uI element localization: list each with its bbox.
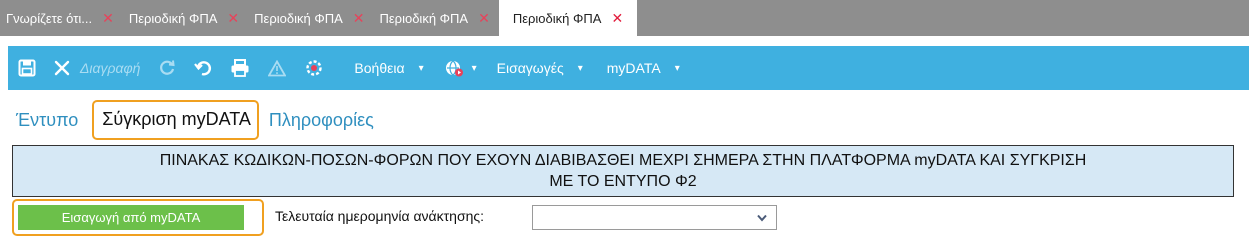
import-from-mydata-button-frame: Εισαγωγή από myDATA (12, 199, 264, 236)
save-icon (18, 59, 36, 77)
tab-label: Περιοδική ΦΠΑ (379, 10, 469, 26)
tab-periodic-vat-3[interactable]: Περιοδική ΦΠΑ ✕ (374, 0, 499, 36)
tab-label: Περιοδική ΦΠΑ (254, 10, 343, 26)
refresh-button[interactable] (158, 46, 176, 90)
tab-label: Γνωρίζετε ότι... (6, 10, 93, 26)
print-button[interactable] (230, 46, 250, 90)
comparison-header: ΠΙΝΑΚΑΣ ΚΩΔΙΚΩΝ-ΠΟΣΩΝ-ΦΟΡΩΝ ΠΟΥ ΕΧΟΥΝ ΔΙ… (12, 145, 1234, 197)
close-icon[interactable]: ✕ (611, 10, 623, 27)
tab-label: Περιοδική ΦΠΑ (512, 10, 602, 26)
tab-form[interactable]: Έντυπο (16, 110, 78, 131)
tab-information[interactable]: Πληροφορίες (269, 110, 374, 131)
tab-label: Περιοδική ΦΠΑ (128, 10, 218, 26)
import-from-mydata-button[interactable]: Εισαγωγή από myDATA (18, 205, 244, 230)
tab-strip: Γνωρίζετε ότι... ✕ Περιοδική ΦΠΑ ✕ Περιο… (0, 0, 1249, 36)
tab-periodic-vat-2[interactable]: Περιοδική ΦΠΑ ✕ (248, 0, 373, 36)
delete-button[interactable]: Διαγραφή (54, 46, 140, 90)
imports-label: Εισαγωγές (496, 60, 564, 76)
header-line-1: ΠΙΝΑΚΑΣ ΚΩΔΙΚΩΝ-ΠΟΣΩΝ-ΦΟΡΩΝ ΠΟΥ ΕΧΟΥΝ ΔΙ… (159, 152, 1087, 169)
tab-periodic-vat-1[interactable]: Περιοδική ΦΠΑ ✕ (123, 0, 248, 36)
save-button[interactable] (18, 46, 36, 90)
undo-icon (194, 61, 212, 76)
close-icon (54, 60, 70, 76)
tab-mydata-comparison[interactable]: Σύγκριση myDATA (92, 100, 259, 140)
chevron-down-icon: ▾ (674, 62, 680, 74)
target-button[interactable] (304, 46, 324, 90)
close-icon[interactable]: ✕ (227, 10, 239, 27)
tab-did-you-know[interactable]: Γνωρίζετε ότι... ✕ (0, 0, 123, 36)
warning-icon (268, 59, 287, 76)
help-menu[interactable]: Βοήθεια ▾ (354, 46, 423, 90)
chevron-down-icon (757, 209, 767, 225)
close-icon[interactable]: ✕ (353, 10, 365, 27)
mydata-menu[interactable]: myDATA ▾ (607, 46, 680, 90)
close-icon[interactable]: ✕ (478, 10, 490, 27)
last-retrieval-date-label: Τελευταία ημερομηνία ανάκτησης: (275, 208, 485, 224)
last-retrieval-date-select[interactable] (532, 205, 777, 230)
toolbar: Διαγραφή Βοήθεια ▾ ▾ Εισαγωγές ▾ myDATA … (8, 46, 1249, 90)
warning-button[interactable] (268, 46, 287, 90)
print-icon (231, 59, 249, 77)
web-menu[interactable]: ▾ (444, 46, 477, 90)
header-line-2: ΜΕ ΤΟ ΕΝΤΥΠΟ Φ2 (549, 173, 697, 190)
chevron-down-icon: ▾ (471, 62, 477, 74)
undo-button[interactable] (194, 46, 212, 90)
close-icon[interactable]: ✕ (102, 10, 114, 27)
tab-periodic-vat-active[interactable]: Περιοδική ΦΠΑ ✕ (498, 0, 638, 36)
chevron-down-icon: ▾ (577, 62, 583, 74)
imports-menu[interactable]: Εισαγωγές ▾ (497, 46, 583, 90)
form-subtabs: Έντυπο Σύγκριση myDATA Πληροφορίες (16, 98, 388, 142)
mydata-label: myDATA (606, 60, 661, 76)
target-icon (306, 60, 323, 76)
refresh-icon (160, 60, 176, 75)
chevron-down-icon: ▾ (418, 62, 424, 74)
globe-play-icon (445, 60, 463, 77)
delete-label: Διαγραφή (80, 60, 141, 76)
help-label: Βοήθεια (354, 60, 405, 76)
